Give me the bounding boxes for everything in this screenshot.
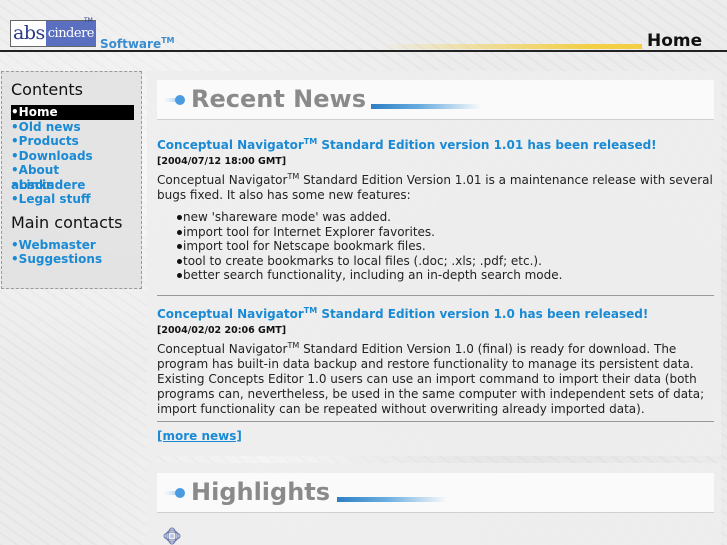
- sidebar: Contents •Home •Old news •Products •Down…: [1, 71, 142, 289]
- page-title: Home: [647, 31, 703, 51]
- software-label: SoftwareTM: [100, 36, 175, 51]
- sidebar-item-old-news[interactable]: •Old news: [11, 120, 132, 135]
- news-2-body-tm: TM: [287, 341, 300, 350]
- recent-news-title: Recent News: [191, 85, 366, 113]
- news-item-1-body: Conceptual NavigatorTM Standard Edition …: [157, 169, 713, 203]
- software-text: Software: [100, 37, 162, 51]
- news-2-title-post: Standard Edition version 1.0 has been re…: [317, 307, 649, 321]
- bullet-dot-icon: [163, 488, 185, 498]
- sidebar-item-legal[interactable]: •Legal stuff: [11, 192, 132, 207]
- highlights-title: Highlights: [191, 478, 331, 506]
- highlights-panel: Highlights: [147, 463, 721, 545]
- software-tm: TM: [161, 36, 175, 45]
- news-2-title-pre: Conceptual Navigator: [157, 307, 304, 321]
- main-content: Recent News Conceptual NavigatorTM Stand…: [147, 71, 727, 545]
- news-1-title-pre: Conceptual Navigator: [157, 138, 304, 152]
- news-1-body-pre: Conceptual Navigator: [157, 173, 288, 187]
- news-item-2-title[interactable]: Conceptual NavigatorTM Standard Edition …: [157, 303, 713, 338]
- news-1-title-tm: TM: [303, 137, 318, 146]
- news-2-body-pre: Conceptual Navigator: [157, 342, 288, 356]
- logo-trademark: TM: [84, 17, 93, 24]
- highlights-header: Highlights: [157, 473, 714, 513]
- contacts-nav: •Webmaster •Suggestions: [11, 238, 132, 267]
- news-1-body-tm: TM: [287, 172, 300, 181]
- feature-item: import tool for Netscape bookmark files.: [157, 239, 713, 254]
- contents-heading: Contents: [11, 80, 83, 99]
- recent-news-panel: Recent News Conceptual NavigatorTM Stand…: [147, 71, 721, 456]
- bullet-dot-icon: [163, 95, 185, 105]
- highlights-underline: [337, 497, 447, 502]
- logo-cindere-text: cindere: [45, 21, 96, 46]
- header-gold-accent: [380, 44, 642, 49]
- sidebar-item-about[interactable]: •About abscindere: [11, 163, 132, 192]
- contact-suggestions[interactable]: •Suggestions: [11, 252, 132, 267]
- news-item-2-body: Conceptual NavigatorTM Standard Edition …: [157, 338, 713, 417]
- news-divider: [157, 295, 714, 296]
- site-header: abs cindere TM SoftwareTM Home: [0, 0, 727, 56]
- news-2-title-tm: TM: [303, 306, 318, 315]
- news-1-title-post: Standard Edition version 1.01 has been r…: [317, 138, 657, 152]
- contacts-heading: Main contacts: [11, 212, 123, 232]
- feature-item: better search functionality, including a…: [157, 268, 713, 283]
- logo-abs-text: abs: [11, 21, 46, 46]
- flower-icon: [163, 527, 181, 545]
- recent-news-header: Recent News: [157, 80, 714, 120]
- header-divider: [0, 50, 727, 52]
- news-1-feature-list: new 'shareware mode' was added. import t…: [157, 210, 713, 283]
- news-1-date: [2004/07/12 18:00 GMT]: [157, 156, 287, 167]
- sidebar-item-products[interactable]: •Products: [11, 134, 132, 149]
- recent-news-underline: [371, 104, 481, 109]
- sidebar-item-home[interactable]: •Home: [11, 105, 134, 120]
- feature-item: tool to create bookmarks to local files …: [157, 254, 713, 269]
- news-divider: [157, 421, 714, 422]
- abscindere-logo[interactable]: abs cindere: [10, 20, 96, 47]
- feature-item: import tool for Internet Explorer favori…: [157, 225, 713, 240]
- more-news-link[interactable]: [more news]: [157, 429, 242, 443]
- contact-webmaster[interactable]: •Webmaster: [11, 238, 132, 253]
- news-item-1-title[interactable]: Conceptual NavigatorTM Standard Edition …: [157, 134, 713, 169]
- feature-item: new 'shareware mode' was added.: [157, 210, 713, 225]
- sidebar-nav: •Home •Old news •Products •Downloads •Ab…: [11, 105, 134, 207]
- sidebar-item-downloads[interactable]: •Downloads: [11, 149, 132, 164]
- news-2-date: [2004/02/02 20:06 GMT]: [157, 325, 287, 336]
